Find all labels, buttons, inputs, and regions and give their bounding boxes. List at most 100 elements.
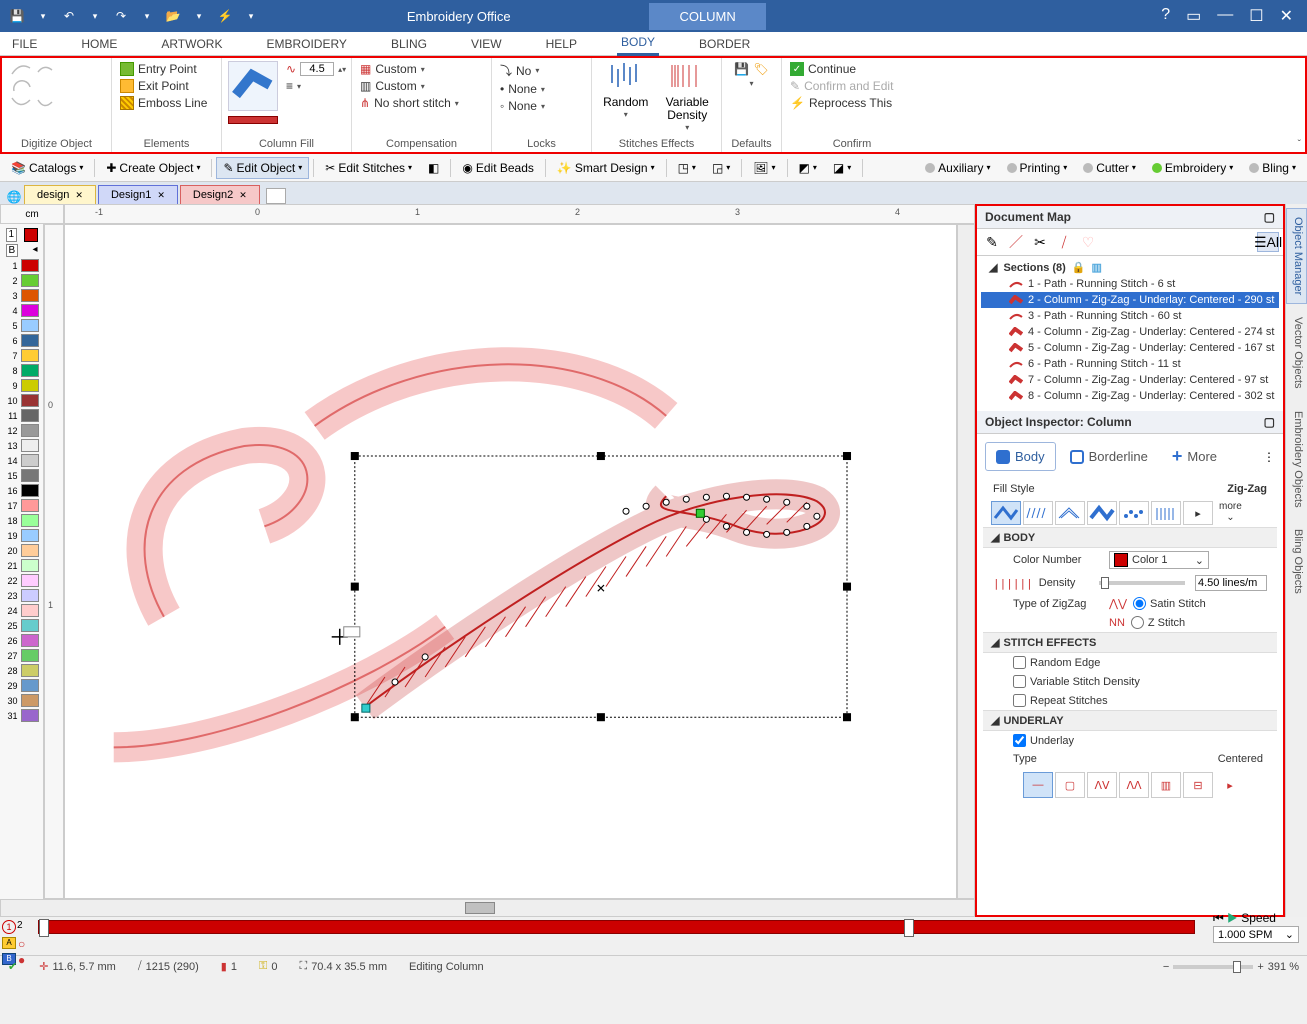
- scrollbar-vertical[interactable]: [957, 224, 975, 899]
- sidetab-embroidery-objects[interactable]: Embroidery Objects: [1286, 402, 1307, 517]
- density-input[interactable]: ∿▴▾: [284, 61, 348, 77]
- inspector-tab-body[interactable]: Body: [985, 442, 1056, 471]
- column-fill-color-icon[interactable]: [228, 116, 278, 124]
- close-icon[interactable]: ✕: [1280, 6, 1293, 26]
- confirm-edit-button[interactable]: ✎Confirm and Edit: [788, 78, 895, 94]
- underlay-checkbox[interactable]: Underlay: [1013, 734, 1074, 747]
- palette-index[interactable]: 1: [6, 228, 18, 242]
- tool-opt-e[interactable]: ◪▾: [826, 157, 858, 179]
- palette-swatch[interactable]: 29: [4, 679, 40, 692]
- palette-swatch[interactable]: 2: [4, 274, 40, 287]
- short-stitch-button[interactable]: ⋔No short stitch▾: [358, 95, 461, 111]
- column-fill-preview-icon[interactable]: [228, 61, 278, 111]
- dm-filter-all[interactable]: ☰ All: [1257, 232, 1279, 252]
- palette-swatch[interactable]: 12: [4, 424, 40, 437]
- play-icon[interactable]: ▶: [1227, 911, 1238, 925]
- comp-push-button[interactable]: ▥Custom▾: [358, 78, 427, 94]
- underlay-section-header[interactable]: ◢UNDERLAY: [983, 710, 1277, 731]
- palette-left-icon[interactable]: ◂: [32, 244, 37, 257]
- digitize-arc-tool[interactable]: [8, 78, 34, 94]
- tree-item[interactable]: 5 - Column - Zig-Zag - Underlay: Centere…: [981, 340, 1279, 356]
- palette-swatch[interactable]: 9: [4, 379, 40, 392]
- fillstyle-elastic[interactable]: [1087, 501, 1117, 525]
- palette-swatch[interactable]: 6: [4, 334, 40, 347]
- redo-icon[interactable]: ↷: [112, 7, 130, 25]
- tab-close-icon[interactable]: ✕: [75, 190, 83, 200]
- dm-filter-heart[interactable]: ♡: [1077, 232, 1099, 252]
- palette-current-color[interactable]: [24, 228, 38, 242]
- tree-item[interactable]: 6 - Path - Running Stitch - 11 st: [981, 356, 1279, 372]
- zoom-in-icon[interactable]: +: [1257, 961, 1263, 973]
- tab-design2[interactable]: Design2✕: [180, 185, 260, 204]
- tree-item[interactable]: 8 - Column - Zig-Zag - Underlay: Centere…: [981, 388, 1279, 404]
- menu-body[interactable]: BODY: [617, 31, 659, 56]
- tab-new-button[interactable]: [266, 188, 286, 204]
- underlay-double-zigzag[interactable]: ᐱᐱ: [1119, 772, 1149, 798]
- comp-pull-button[interactable]: ▦Custom▾: [358, 61, 427, 77]
- auxiliary-toggle[interactable]: Auxiliary▾: [918, 157, 997, 179]
- menu-home[interactable]: HOME: [77, 33, 121, 55]
- underlay-zigzag[interactable]: ᐱᐯ: [1087, 772, 1117, 798]
- palette-swatch[interactable]: 23: [4, 589, 40, 602]
- palette-swatch[interactable]: 19: [4, 529, 40, 542]
- undo-icon[interactable]: ↶: [60, 7, 78, 25]
- tree-sections-header[interactable]: ◢Sections (8) 🔒▥: [981, 259, 1279, 276]
- speed-select[interactable]: 1.000 SPM⌄: [1213, 926, 1299, 943]
- smart-design-button[interactable]: ✨Smart Design▾: [550, 157, 662, 179]
- menu-border[interactable]: BORDER: [695, 33, 754, 55]
- zoom-out-icon[interactable]: −: [1163, 961, 1169, 973]
- fillstyle-next-icon[interactable]: ▸: [1183, 501, 1213, 525]
- help-icon[interactable]: ?: [1161, 6, 1170, 26]
- tree-item[interactable]: 3 - Path - Running Stitch - 60 st: [981, 308, 1279, 324]
- underlay-centered[interactable]: —: [1023, 772, 1053, 798]
- palette-swatch[interactable]: 7: [4, 349, 40, 362]
- inspector-tab-borderline[interactable]: Borderline: [1060, 443, 1158, 470]
- palette-swatch[interactable]: 22: [4, 574, 40, 587]
- bolt-icon[interactable]: ⚡: [216, 7, 234, 25]
- folder-icon[interactable]: 📂: [164, 7, 182, 25]
- ribbon-collapse-icon[interactable]: ˇ: [1298, 139, 1301, 150]
- underlay-next-icon[interactable]: ▸: [1215, 772, 1245, 798]
- palette-swatch[interactable]: 25: [4, 619, 40, 632]
- palette-swatch[interactable]: 8: [4, 364, 40, 377]
- fillstyle-fur[interactable]: [1151, 501, 1181, 525]
- stitches-opt-1[interactable]: ◧: [421, 157, 446, 179]
- menu-view[interactable]: VIEW: [467, 33, 506, 55]
- fillstyle-zigzag[interactable]: [991, 501, 1021, 525]
- menu-bling[interactable]: BLING: [387, 33, 431, 55]
- tree-item[interactable]: 7 - Column - Zig-Zag - Underlay: Centere…: [981, 372, 1279, 388]
- tab-close-icon[interactable]: ✕: [157, 190, 165, 200]
- palette-swatch[interactable]: 17: [4, 499, 40, 512]
- random-edge-checkbox[interactable]: Random Edge: [1013, 656, 1100, 669]
- underlay-parallel[interactable]: ▥: [1151, 772, 1181, 798]
- catalogs-button[interactable]: 📚Catalogs▾: [4, 157, 90, 179]
- palette-swatch[interactable]: 10: [4, 394, 40, 407]
- save-icon[interactable]: 💾: [8, 7, 26, 25]
- dm-filter-path[interactable]: ／: [1005, 232, 1027, 252]
- edit-beads-button[interactable]: ◉Edit Beads: [455, 157, 541, 179]
- panel-pin-icon[interactable]: ▢: [1264, 210, 1275, 224]
- qat-dropdown-2[interactable]: ▾: [86, 7, 104, 25]
- repeat-stitches-checkbox[interactable]: Repeat Stitches: [1013, 694, 1108, 707]
- timeline-marker-a[interactable]: A: [2, 937, 16, 949]
- palette-swatch[interactable]: 24: [4, 604, 40, 617]
- defaults-dropdown[interactable]: ▾: [747, 78, 755, 89]
- printing-toggle[interactable]: Printing▾: [1000, 157, 1075, 179]
- play-prev-icon[interactable]: ⏮: [1213, 911, 1224, 925]
- scrollbar-horizontal[interactable]: [0, 899, 975, 917]
- palette-swatch[interactable]: 21: [4, 559, 40, 572]
- timeline-badge-1[interactable]: 1: [2, 920, 16, 934]
- z-stitch-radio[interactable]: Z Stitch: [1131, 616, 1185, 629]
- menu-embroidery[interactable]: EMBROIDERY: [262, 33, 350, 55]
- exit-point-button[interactable]: Exit Point: [118, 78, 191, 94]
- timeline-marker-dot[interactable]: ●: [18, 953, 25, 955]
- menu-artwork[interactable]: ARTWORK: [157, 33, 226, 55]
- embroidery-toggle[interactable]: Embroidery▾: [1145, 157, 1240, 179]
- zoom-slider[interactable]: [1173, 965, 1253, 969]
- fillstyle-estitch[interactable]: [1023, 501, 1053, 525]
- ruler-unit[interactable]: cm: [0, 204, 64, 224]
- qat-dropdown-1[interactable]: ▾: [34, 7, 52, 25]
- inspector-menu-icon[interactable]: ⋮: [1263, 450, 1275, 464]
- variable-density-button[interactable]: Variable Density▾: [660, 61, 716, 132]
- palette-swatch[interactable]: 4: [4, 304, 40, 317]
